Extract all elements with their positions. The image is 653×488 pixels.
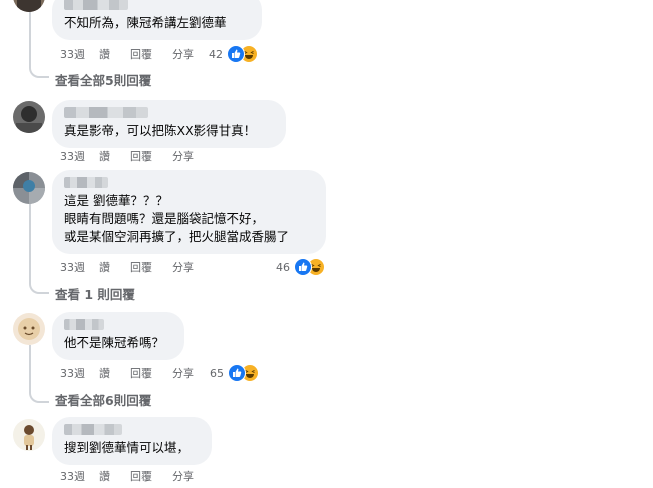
avatar[interactable] bbox=[13, 101, 45, 133]
like-icon bbox=[228, 364, 246, 382]
avatar[interactable] bbox=[13, 172, 45, 204]
comment-text: 不知所為，陳冠希講左劉德華 bbox=[64, 15, 227, 30]
comment-text: 這是 劉德華？？？ 眼睛有問題嗎？還是腦袋記憶不好， 或是某個空洞再擴了，把火腿… bbox=[64, 193, 290, 244]
comment-bubble: 不知所為，陳冠希講左劉德華 bbox=[52, 0, 262, 40]
reaction-summary[interactable]: 65 bbox=[210, 363, 259, 383]
commenter-name-blurred[interactable] bbox=[64, 107, 148, 118]
like-icon bbox=[294, 258, 312, 276]
commenter-name-blurred[interactable] bbox=[64, 424, 122, 435]
thread-line bbox=[29, 345, 31, 387]
reply-button[interactable]: 回覆 bbox=[130, 46, 152, 62]
like-button[interactable]: 讚 bbox=[99, 46, 110, 62]
comment-timestamp[interactable]: 33週 bbox=[60, 365, 85, 381]
comment-timestamp[interactable]: 33週 bbox=[60, 148, 85, 164]
like-button[interactable]: 讚 bbox=[99, 365, 110, 381]
reaction-count: 46 bbox=[276, 260, 290, 274]
reaction-summary[interactable]: 42 bbox=[209, 44, 258, 64]
thread-elbow bbox=[29, 278, 49, 294]
avatar[interactable] bbox=[13, 313, 45, 345]
reply-button[interactable]: 回覆 bbox=[130, 148, 152, 164]
reply-button[interactable]: 回覆 bbox=[130, 468, 152, 484]
comment-bubble: 搜到劉德華情可以堪， bbox=[52, 417, 212, 465]
like-icon bbox=[227, 45, 245, 63]
thread-line bbox=[29, 204, 31, 278]
thread-elbow bbox=[29, 62, 49, 78]
avatar[interactable] bbox=[13, 419, 45, 451]
comment-timestamp[interactable]: 33週 bbox=[60, 259, 85, 275]
commenter-name-blurred[interactable] bbox=[64, 0, 128, 10]
comment-bubble: 這是 劉德華？？？ 眼睛有問題嗎？還是腦袋記憶不好， 或是某個空洞再擴了，把火腿… bbox=[52, 170, 326, 254]
avatar[interactable] bbox=[13, 0, 45, 12]
comment-bubble: 真是影帝，可以把陈XX影得甘真！ bbox=[52, 100, 286, 148]
view-replies-link[interactable]: 查看 1 則回覆 bbox=[55, 284, 135, 303]
comment-actions: 33週 讚 回覆 分享 bbox=[60, 257, 214, 277]
reaction-summary[interactable]: 46 bbox=[276, 257, 325, 277]
commenter-name-blurred[interactable] bbox=[64, 177, 108, 188]
comment-timestamp[interactable]: 33週 bbox=[60, 468, 85, 484]
like-button[interactable]: 讚 bbox=[99, 259, 110, 275]
comment-actions: 33週 讚 回覆 分享 bbox=[60, 44, 214, 64]
share-button[interactable]: 分享 bbox=[172, 148, 194, 164]
comment-text: 真是影帝，可以把陈XX影得甘真！ bbox=[64, 123, 257, 138]
reply-button[interactable]: 回覆 bbox=[130, 365, 152, 381]
comment-timestamp[interactable]: 33週 bbox=[60, 46, 85, 62]
share-button[interactable]: 分享 bbox=[172, 468, 194, 484]
share-button[interactable]: 分享 bbox=[172, 259, 194, 275]
reply-button[interactable]: 回覆 bbox=[130, 259, 152, 275]
share-button[interactable]: 分享 bbox=[172, 46, 194, 62]
comment-actions: 33週 讚 回覆 分享 bbox=[60, 466, 214, 486]
comment-actions: 33週 讚 回覆 分享 bbox=[60, 363, 214, 383]
comment-text: 他不是陳冠希嗎？ bbox=[64, 335, 165, 350]
reaction-count: 65 bbox=[210, 366, 224, 380]
comment-bubble: 他不是陳冠希嗎？ bbox=[52, 312, 184, 360]
commenter-name-blurred[interactable] bbox=[64, 319, 104, 330]
comment-text: 搜到劉德華情可以堪， bbox=[64, 440, 190, 455]
share-button[interactable]: 分享 bbox=[172, 365, 194, 381]
comment-actions: 33週 讚 回覆 分享 bbox=[60, 146, 214, 166]
like-button[interactable]: 讚 bbox=[99, 148, 110, 164]
view-replies-link[interactable]: 查看全部6則回覆 bbox=[55, 390, 151, 409]
reaction-count: 42 bbox=[209, 47, 223, 61]
like-button[interactable]: 讚 bbox=[99, 468, 110, 484]
thread-elbow bbox=[29, 387, 49, 403]
view-replies-link[interactable]: 查看全部5則回覆 bbox=[55, 70, 151, 89]
